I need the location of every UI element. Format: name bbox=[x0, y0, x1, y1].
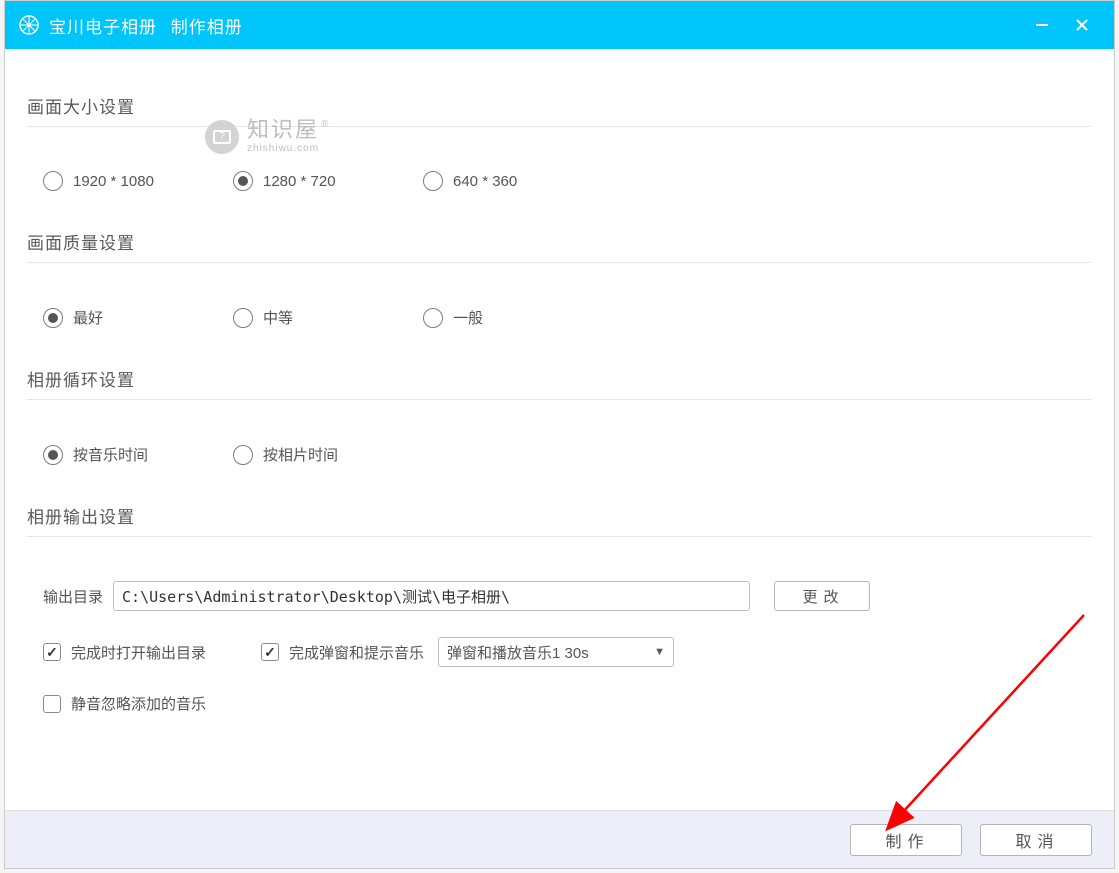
radio-size-1920[interactable]: 1920 * 1080 bbox=[43, 171, 233, 191]
make-button[interactable]: 制作 bbox=[850, 824, 962, 856]
checkbox-icon bbox=[43, 643, 61, 661]
watermark-icon bbox=[205, 120, 239, 154]
change-dir-button[interactable]: 更改 bbox=[774, 581, 870, 611]
checkbox-mute-music[interactable]: 静音忽略添加的音乐 bbox=[43, 693, 206, 714]
watermark-subtext: zhishiwu.com bbox=[247, 143, 319, 154]
radio-label: 640 * 360 bbox=[453, 173, 517, 190]
section-size: 画面大小设置 1920 * 1080 1280 * 720 640 * 360 bbox=[27, 93, 1092, 191]
radio-icon bbox=[233, 445, 253, 465]
titlebar: 宝川电子相册 制作相册 bbox=[5, 1, 1114, 49]
radio-icon bbox=[43, 171, 63, 191]
app-name: 宝川电子相册 bbox=[49, 18, 157, 37]
checkbox-icon bbox=[43, 695, 61, 713]
title-text: 宝川电子相册 制作相册 bbox=[49, 13, 243, 38]
checkbox-label: 完成时打开输出目录 bbox=[71, 642, 206, 663]
radio-size-640[interactable]: 640 * 360 bbox=[423, 171, 613, 191]
watermark-text: 知识屋 bbox=[247, 119, 319, 141]
section-output: 相册输出设置 输出目录 更改 完成时打开输出目录 完成弹窗和提示音乐 弹窗和播放… bbox=[27, 503, 1092, 714]
radio-label: 按音乐时间 bbox=[73, 444, 148, 465]
radio-quality-medium[interactable]: 中等 bbox=[233, 307, 423, 328]
checkbox-label: 完成弹窗和提示音乐 bbox=[289, 642, 424, 663]
radio-icon bbox=[423, 308, 443, 328]
output-dir-label: 输出目录 bbox=[43, 586, 103, 607]
chevron-down-icon: ▼ bbox=[654, 646, 665, 658]
popup-music-dropdown[interactable]: 弹窗和播放音乐1 30s ▼ bbox=[438, 637, 674, 667]
section-quality-title: 画面质量设置 bbox=[27, 229, 1092, 263]
dialog-footer: 制作 取消 bbox=[5, 810, 1114, 868]
output-dir-input[interactable] bbox=[113, 581, 750, 611]
section-size-title: 画面大小设置 bbox=[27, 93, 1092, 127]
radio-icon bbox=[233, 308, 253, 328]
radio-label: 最好 bbox=[73, 307, 103, 328]
dialog-window: 宝川电子相册 制作相册 知识屋 zhishiwu.com ® 画面大小设置 bbox=[4, 0, 1115, 869]
watermark-reg: ® bbox=[321, 119, 328, 130]
radio-label: 中等 bbox=[263, 307, 293, 328]
checkbox-label: 静音忽略添加的音乐 bbox=[71, 693, 206, 714]
section-loop-title: 相册循环设置 bbox=[27, 366, 1092, 400]
section-quality: 画面质量设置 最好 中等 一般 bbox=[27, 229, 1092, 328]
cancel-button[interactable]: 取消 bbox=[980, 824, 1092, 856]
checkbox-open-output[interactable]: 完成时打开输出目录 bbox=[43, 642, 261, 663]
radio-label: 1280 * 720 bbox=[263, 173, 336, 190]
radio-quality-best[interactable]: 最好 bbox=[43, 307, 233, 328]
dialog-body: 知识屋 zhishiwu.com ® 画面大小设置 1920 * 1080 12… bbox=[5, 49, 1114, 810]
title-subtitle: 制作相册 bbox=[171, 18, 243, 37]
radio-icon bbox=[233, 171, 253, 191]
radio-loop-photo[interactable]: 按相片时间 bbox=[233, 444, 423, 465]
radio-quality-normal[interactable]: 一般 bbox=[423, 307, 613, 328]
section-loop: 相册循环设置 按音乐时间 按相片时间 bbox=[27, 366, 1092, 465]
radio-loop-music[interactable]: 按音乐时间 bbox=[43, 444, 233, 465]
checkbox-popup-music[interactable]: 完成弹窗和提示音乐 bbox=[261, 642, 424, 663]
watermark: 知识屋 zhishiwu.com ® bbox=[205, 119, 328, 154]
radio-icon bbox=[43, 445, 63, 465]
radio-size-1280[interactable]: 1280 * 720 bbox=[233, 171, 423, 191]
radio-label: 按相片时间 bbox=[263, 444, 338, 465]
app-icon bbox=[19, 15, 39, 35]
radio-icon bbox=[423, 171, 443, 191]
dropdown-value: 弹窗和播放音乐1 30s bbox=[447, 642, 589, 663]
close-button[interactable] bbox=[1064, 7, 1100, 43]
checkbox-icon bbox=[261, 643, 279, 661]
radio-label: 1920 * 1080 bbox=[73, 173, 154, 190]
radio-label: 一般 bbox=[453, 307, 483, 328]
section-output-title: 相册输出设置 bbox=[27, 503, 1092, 537]
radio-icon bbox=[43, 308, 63, 328]
minimize-button[interactable] bbox=[1024, 7, 1060, 43]
